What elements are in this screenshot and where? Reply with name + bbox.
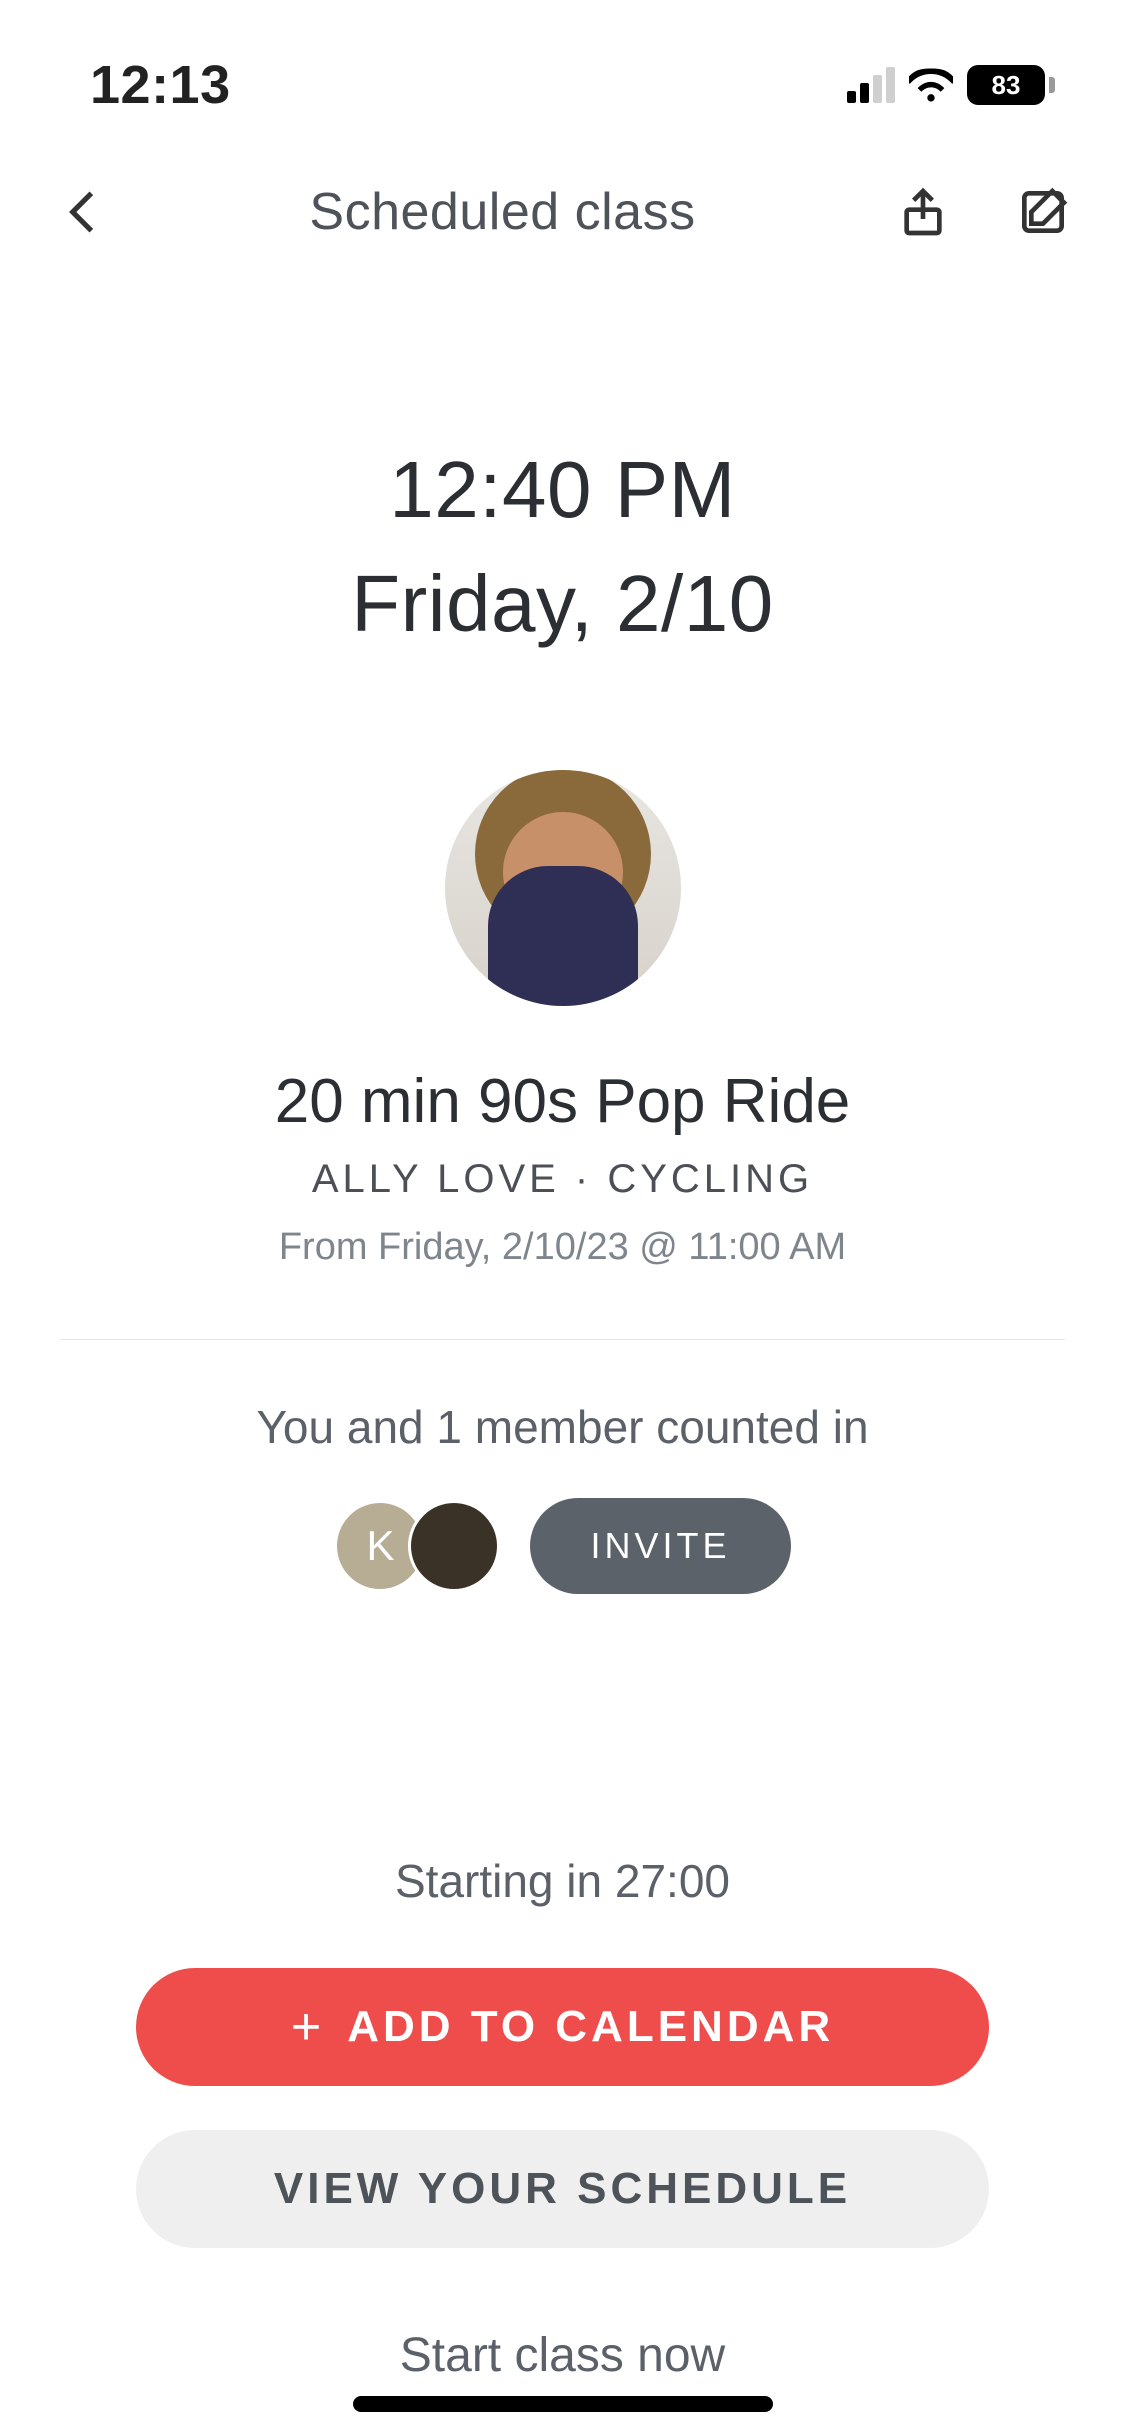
add-to-calendar-button[interactable]: + ADD TO CALENDAR bbox=[136, 1968, 989, 2086]
edit-icon bbox=[1015, 184, 1071, 240]
nav-bar: Scheduled class bbox=[0, 130, 1125, 274]
instructor-avatar[interactable] bbox=[445, 770, 681, 1006]
invite-button[interactable]: INVITE bbox=[530, 1498, 790, 1594]
add-label: ADD TO CALENDAR bbox=[347, 2002, 834, 2052]
divider bbox=[60, 1339, 1065, 1340]
counted-in-block: You and 1 member counted in K INVITE bbox=[0, 1400, 1125, 1594]
class-block: 20 min 90s Pop Ride ALLY LOVE · CYCLING … bbox=[0, 770, 1125, 1269]
chevron-left-icon bbox=[54, 184, 110, 240]
status-bar: 12:13 83 bbox=[0, 0, 1125, 130]
status-right: 83 bbox=[847, 65, 1055, 105]
class-title: 20 min 90s Pop Ride bbox=[0, 1066, 1125, 1137]
countdown-block: Starting in 27:00 bbox=[0, 1854, 1125, 1908]
member-avatars: K bbox=[334, 1500, 500, 1592]
home-indicator[interactable] bbox=[353, 2396, 773, 2412]
start-class-now-link[interactable]: Start class now bbox=[0, 2328, 1125, 2383]
status-time: 12:13 bbox=[90, 54, 231, 116]
battery-icon: 83 bbox=[967, 65, 1055, 105]
battery-percent: 83 bbox=[992, 70, 1021, 101]
share-button[interactable] bbox=[891, 180, 955, 244]
counted-in-text: You and 1 member counted in bbox=[0, 1400, 1125, 1454]
action-buttons: + ADD TO CALENDAR VIEW YOUR SCHEDULE bbox=[0, 1968, 1125, 2248]
plus-icon: + bbox=[291, 2001, 325, 2053]
avatar-member[interactable] bbox=[408, 1500, 500, 1592]
view-schedule-button[interactable]: VIEW YOUR SCHEDULE bbox=[136, 2130, 989, 2248]
wifi-icon bbox=[909, 68, 953, 102]
back-button[interactable] bbox=[50, 180, 114, 244]
start-now-block: Start class now bbox=[0, 2328, 1125, 2383]
schedule-time: 12:40 PM bbox=[0, 444, 1125, 536]
class-subtitle: ALLY LOVE · CYCLING bbox=[0, 1157, 1125, 1202]
countdown-text: Starting in 27:00 bbox=[0, 1854, 1125, 1908]
schedule-date: Friday, 2/10 bbox=[0, 558, 1125, 650]
schedule-block: 12:40 PM Friday, 2/10 bbox=[0, 444, 1125, 650]
page-title: Scheduled class bbox=[309, 182, 695, 242]
cellular-icon bbox=[847, 67, 895, 103]
view-label: VIEW YOUR SCHEDULE bbox=[274, 2164, 851, 2214]
edit-button[interactable] bbox=[1011, 180, 1075, 244]
share-icon bbox=[895, 184, 951, 240]
class-from: From Friday, 2/10/23 @ 11:00 AM bbox=[0, 1226, 1125, 1269]
